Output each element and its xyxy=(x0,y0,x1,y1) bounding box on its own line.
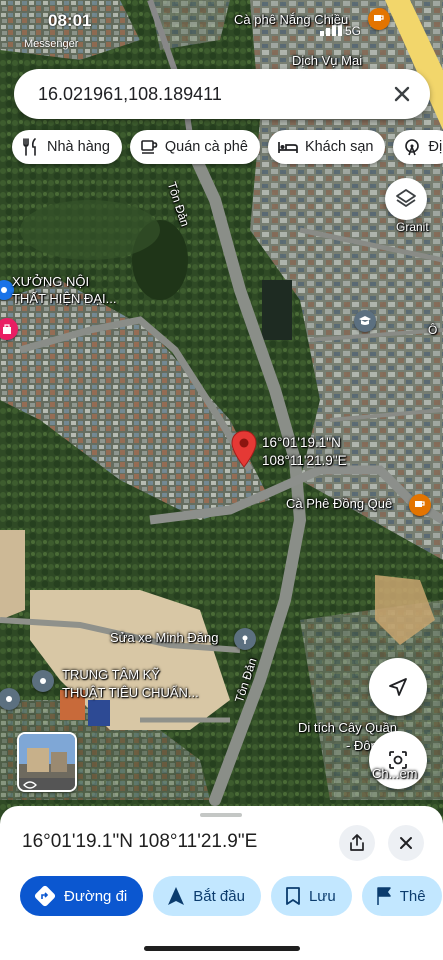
place-label-line: TRUNG TÂM KỸ xyxy=(62,667,160,682)
place-label-line: THẤT HIỆN ĐẠI... xyxy=(12,291,117,306)
place-label-sua-xe[interactable]: Sửa xe Minh Đăng xyxy=(110,630,218,645)
pin-coordinates-label: 16°01'19.1"N 108°11'21.9"E xyxy=(262,434,347,470)
street-view-icon xyxy=(23,777,37,789)
place-label-line: XƯỞNG NỘI xyxy=(12,274,90,289)
fork-knife-icon xyxy=(23,138,36,156)
status-time: 08:01 xyxy=(48,11,92,30)
pin-lng: 108°11'21.9"E xyxy=(262,453,347,468)
chip-label: Quán cà phê xyxy=(164,139,248,155)
category-chips: Nhà hàng Quán cà phê Khách sạn Đị xyxy=(12,130,443,166)
share-icon xyxy=(350,834,364,851)
flag-icon xyxy=(376,887,391,905)
chip-hotels[interactable]: Khách sạn xyxy=(267,130,386,164)
location-pin-icon[interactable] xyxy=(231,430,257,473)
search-bar[interactable]: 16.021961,108.189411 xyxy=(14,69,430,119)
bookmark-icon xyxy=(286,887,300,905)
cafe-poi-icon-2[interactable] xyxy=(409,494,431,516)
chip-label: Đị xyxy=(428,139,443,155)
place-label-granit[interactable]: Granit xyxy=(396,220,429,234)
chip-label: Khách sạn xyxy=(304,139,374,155)
save-button[interactable]: Lưu xyxy=(270,876,352,916)
action-label: Thê xyxy=(399,887,426,905)
location-poi-icon-2[interactable] xyxy=(32,670,54,692)
pin-lat: 16°01'19.1"N xyxy=(262,435,341,450)
status-back-app[interactable]: Messenger xyxy=(24,38,78,50)
close-icon xyxy=(400,837,412,849)
layers-button[interactable] xyxy=(385,178,427,220)
action-label: Bắt đầu xyxy=(193,887,245,905)
search-query[interactable]: 16.021961,108.189411 xyxy=(38,84,222,105)
add-label-button[interactable]: Thê xyxy=(361,876,442,916)
place-label-line: THUẬT TIÊU CHUẨN... xyxy=(62,685,199,700)
my-location-button[interactable] xyxy=(369,658,427,716)
directions-button[interactable]: Đường đi xyxy=(20,876,144,916)
repair-poi-icon[interactable] xyxy=(234,628,256,650)
chip-attractions[interactable]: Đị xyxy=(393,130,443,164)
action-label: Đường đi xyxy=(64,887,128,905)
place-label-ca-phe-dong-que[interactable]: Cà Phê Đồng Quê xyxy=(286,496,392,511)
action-buttons: Đường đi Bắt đầu Lưu Thê xyxy=(20,876,442,916)
lens-label: Ch...em xyxy=(372,766,418,781)
share-button[interactable] xyxy=(339,825,375,861)
action-label: Lưu xyxy=(308,887,336,905)
sheet-drag-handle[interactable] xyxy=(200,813,242,817)
close-sheet-button[interactable] xyxy=(388,825,424,861)
place-label-o[interactable]: Ô xyxy=(428,323,437,337)
navigation-arrow-icon xyxy=(168,887,185,905)
chip-restaurants[interactable]: Nhà hàng xyxy=(12,130,122,164)
home-indicator[interactable] xyxy=(144,946,300,951)
place-label-dich-vu-mai[interactable]: Dịch Vụ Mai xyxy=(292,53,362,68)
sheet-title: 16°01'19.1"N 108°11'21.9"E xyxy=(22,831,258,852)
chip-label: Nhà hàng xyxy=(47,139,110,155)
street-view-thumbnail[interactable] xyxy=(17,732,77,792)
coffee-cup-icon xyxy=(141,140,158,154)
place-label-xuong-noi-that[interactable]: XƯỞNG NỘI THẤT HIỆN ĐẠI... xyxy=(12,273,117,307)
place-label-ca-phe-nang-chieu[interactable]: Cà phê Nắng Chiều xyxy=(234,12,348,27)
start-button[interactable]: Bắt đầu xyxy=(153,876,261,916)
layers-icon xyxy=(396,189,416,207)
school-poi-icon[interactable] xyxy=(354,310,376,332)
bed-icon xyxy=(278,142,298,153)
directions-icon xyxy=(34,885,56,907)
close-icon[interactable] xyxy=(386,78,418,110)
navigation-arrow-outline-icon xyxy=(389,678,407,696)
ferris-wheel-icon xyxy=(405,139,420,156)
cafe-poi-icon[interactable] xyxy=(368,8,390,30)
chip-cafes[interactable]: Quán cà phê xyxy=(129,130,260,164)
place-label-trung-tam[interactable]: TRUNG TÂM KỸ THUẬT TIÊU CHUẨN... xyxy=(62,666,199,702)
